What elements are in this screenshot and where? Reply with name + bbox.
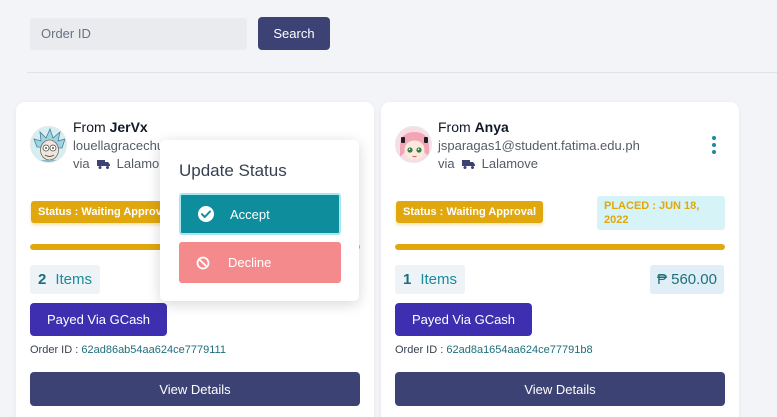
- via-prefix: via: [438, 156, 455, 171]
- customer-name: JerVx: [109, 119, 148, 135]
- decline-label: Decline: [228, 255, 272, 270]
- placed-date-badge: PLACED : JUN 18, 2022: [597, 196, 725, 230]
- items-label: Items: [55, 271, 93, 288]
- payment-method-badge: Payed Via GCash: [395, 303, 532, 336]
- status-badge: Status : Waiting Approval: [31, 201, 179, 223]
- items-count-pill: 2 Items: [30, 265, 101, 294]
- customer-email: louellagracechu: [73, 138, 165, 153]
- order-id-label: Order ID :: [395, 344, 444, 356]
- order-card: From JerVx louellagracechu via Lalamo St…: [16, 102, 374, 417]
- progress-bar: [395, 244, 725, 250]
- from-prefix: From: [438, 119, 471, 135]
- courier-name: Lalamo: [116, 156, 160, 171]
- check-circle-icon: [198, 206, 214, 222]
- order-id-line: Order ID : 62ad8a1654aa624ce77791b8: [395, 344, 593, 356]
- items-count-pill: 1 Items: [395, 265, 466, 294]
- via-prefix: via: [73, 156, 90, 171]
- order-id-value: 62ad86ab54aa624ce7779111: [81, 344, 226, 356]
- courier-line: via Lalamove: [438, 156, 538, 171]
- avatar: [395, 126, 432, 163]
- search-button[interactable]: Search: [258, 17, 330, 50]
- price-badge: ₱ 560.00: [649, 265, 724, 294]
- view-details-button[interactable]: View Details: [30, 372, 360, 406]
- order-card: From Anya jsparagas1@student.fatima.edu.…: [381, 102, 739, 417]
- items-count: 1: [403, 271, 412, 288]
- update-status-popup: Update Status Accept Decline: [160, 140, 359, 301]
- popup-title: Update Status: [179, 161, 287, 180]
- divider: [27, 72, 777, 73]
- progress-fill: [395, 244, 725, 250]
- courier-name: Lalamove: [481, 156, 538, 171]
- customer-name: Anya: [474, 119, 509, 135]
- avatar-image: [396, 127, 431, 162]
- customer-email: jsparagas1@student.fatima.edu.ph: [438, 138, 640, 153]
- truck-icon: [96, 159, 110, 169]
- from-line: From JerVx: [73, 119, 148, 135]
- items-count: 2: [38, 271, 47, 288]
- order-id-value: 62ad8a1654aa624ce77791b8: [446, 344, 593, 356]
- ban-icon: [196, 256, 210, 269]
- accept-label: Accept: [230, 206, 270, 222]
- kebab-menu-icon[interactable]: [711, 136, 717, 154]
- order-id-label: Order ID :: [30, 344, 79, 356]
- truck-icon: [461, 159, 475, 169]
- view-details-button[interactable]: View Details: [395, 372, 725, 406]
- order-id-search-input[interactable]: [30, 17, 247, 50]
- from-line: From Anya: [438, 119, 509, 135]
- order-id-line: Order ID : 62ad86ab54aa624ce7779111: [30, 344, 226, 356]
- items-label: Items: [420, 271, 458, 288]
- accept-button[interactable]: Accept: [179, 193, 341, 235]
- decline-button[interactable]: Decline: [179, 242, 341, 283]
- status-badge: Status : Waiting Approval: [396, 201, 544, 223]
- avatar: [30, 126, 67, 163]
- from-prefix: From: [73, 119, 106, 135]
- search-bar: Search: [30, 17, 330, 50]
- avatar-image: [31, 127, 66, 162]
- courier-line: via Lalamo: [73, 156, 159, 171]
- payment-method-badge: Payed Via GCash: [30, 303, 167, 336]
